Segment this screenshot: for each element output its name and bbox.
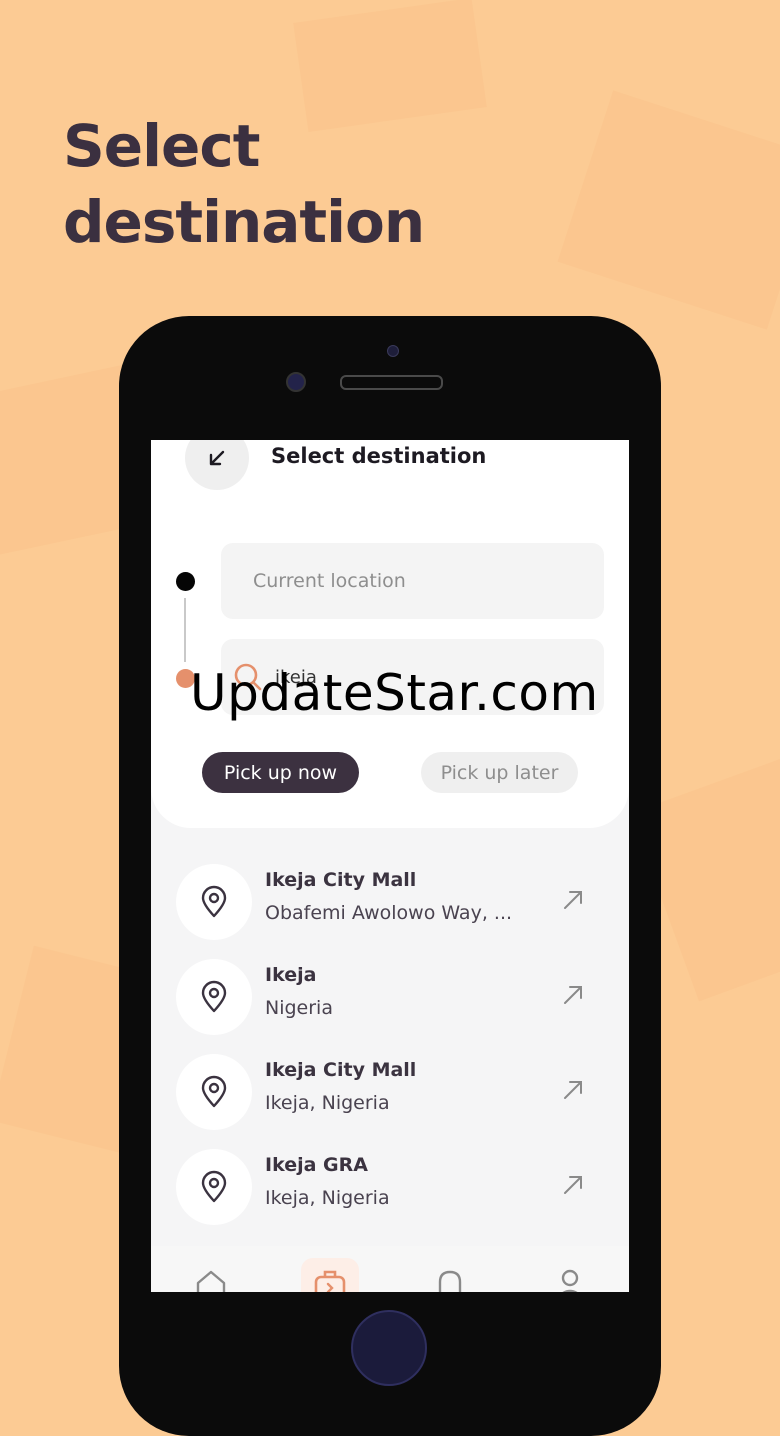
back-button[interactable]	[185, 440, 249, 490]
home-icon	[196, 1270, 226, 1292]
search-result-item[interactable]: Ikeja City Mall Obafemi Awolowo Way, ...	[151, 864, 629, 944]
location-pin-badge	[176, 864, 252, 940]
briefcase-icon	[314, 1270, 346, 1292]
pick-up-later-button[interactable]: Pick up later	[421, 752, 578, 793]
search-result-item[interactable]: Ikeja City Mall Ikeja, Nigeria	[151, 1054, 629, 1134]
bell-icon	[438, 1270, 462, 1292]
headline: Select destination	[63, 108, 583, 260]
app-screen: Select destination Current location Pick…	[151, 440, 629, 1292]
result-title: Ikeja City Mall	[265, 869, 417, 891]
result-subtitle: Obafemi Awolowo Way, ...	[265, 902, 513, 924]
current-location-field[interactable]: Current location	[221, 543, 604, 619]
front-camera	[286, 372, 306, 392]
open-result-button[interactable]	[561, 1173, 585, 1201]
arrow-up-right-icon	[564, 1081, 582, 1099]
arrow-up-right-icon	[564, 986, 582, 1004]
headline-line-2: destination	[63, 188, 425, 256]
arrow-up-right-icon	[564, 1176, 582, 1194]
result-subtitle: Ikeja, Nigeria	[265, 1092, 390, 1114]
sensor-dot	[387, 345, 399, 357]
profile-icon	[561, 1269, 579, 1292]
arrow-up-right-icon	[564, 891, 582, 909]
back-arrow-icon	[209, 450, 225, 466]
background-shape	[557, 90, 780, 330]
location-pin-badge	[176, 959, 252, 1035]
result-subtitle: Nigeria	[265, 997, 333, 1019]
result-title: Ikeja	[265, 964, 317, 986]
search-result-item[interactable]: Ikeja Nigeria	[151, 959, 629, 1039]
screen-title: Select destination	[271, 444, 487, 468]
origin-dot	[176, 572, 195, 591]
location-pin-icon	[201, 885, 227, 918]
watermark: UpdateStar.com	[190, 664, 599, 722]
nav-home[interactable]	[191, 1266, 231, 1292]
earpiece-speaker	[340, 375, 443, 390]
result-title: Ikeja City Mall	[265, 1059, 417, 1081]
search-panel: Select destination Current location Pick…	[151, 440, 629, 828]
pick-up-now-button[interactable]: Pick up now	[202, 752, 359, 793]
location-pin-icon	[201, 1170, 227, 1203]
open-result-button[interactable]	[561, 1078, 585, 1106]
home-button[interactable]	[351, 1310, 427, 1386]
nav-notifications[interactable]	[430, 1266, 470, 1292]
location-pin-icon	[201, 1075, 227, 1108]
headline-line-1: Select	[63, 112, 260, 180]
current-location-placeholder: Current location	[253, 570, 406, 592]
open-result-button[interactable]	[561, 888, 585, 916]
route-connector	[184, 598, 186, 662]
location-pin-badge	[176, 1149, 252, 1225]
result-subtitle: Ikeja, Nigeria	[265, 1187, 390, 1209]
nav-trips[interactable]	[310, 1266, 350, 1292]
search-result-item[interactable]: Ikeja GRA Ikeja, Nigeria	[151, 1149, 629, 1229]
location-pin-icon	[201, 980, 227, 1013]
open-result-button[interactable]	[561, 983, 585, 1011]
result-title: Ikeja GRA	[265, 1154, 368, 1176]
bottom-navigation	[151, 1246, 629, 1292]
nav-profile[interactable]	[550, 1266, 590, 1292]
location-pin-badge	[176, 1054, 252, 1130]
